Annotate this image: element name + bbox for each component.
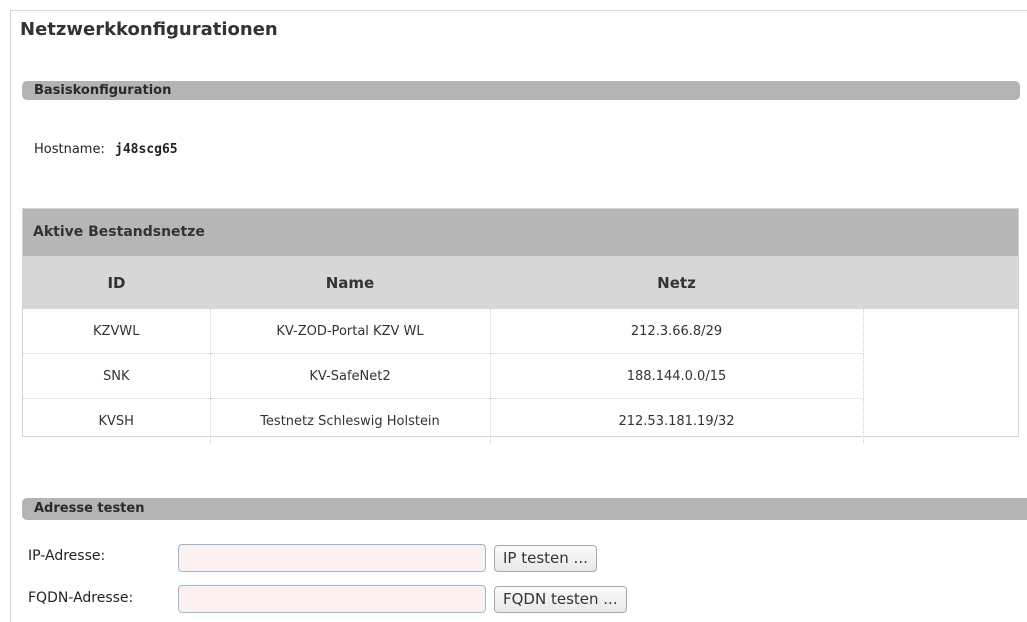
- ip-address-label: IP-Adresse:: [28, 548, 106, 564]
- test-fqdn-button[interactable]: FQDN testen ...: [494, 586, 627, 613]
- cell-netz: 212.53.181.19/32: [490, 398, 864, 443]
- cell-netz: 188.144.0.0/15: [490, 353, 864, 399]
- cell-name: KV-ZOD-Portal KZV WL: [210, 309, 491, 354]
- fqdn-address-input[interactable]: [178, 585, 486, 613]
- section-header-adresse-testen: Adresse testen: [22, 498, 1027, 520]
- fqdn-address-label: FQDN-Adresse:: [28, 590, 134, 606]
- column-header-name: Name: [210, 256, 490, 309]
- section-header-basiskonfiguration: Basiskonfiguration: [22, 81, 1020, 100]
- column-header-netz: Netz: [490, 256, 863, 309]
- active-networks-panel: Aktive Bestandsnetze ID Name Netz KZVWL …: [22, 208, 1019, 443]
- cell-name: Testnetz Schleswig Holstein: [210, 398, 491, 443]
- cell-id: KVSH: [23, 398, 211, 443]
- table-row: KZVWL KV-ZOD-Portal KZV WL 212.3.66.8/29: [23, 309, 1018, 354]
- hostname-row: Hostname: j48scg65: [34, 142, 178, 157]
- test-ip-button[interactable]: IP testen ...: [494, 545, 597, 572]
- column-header-empty: [863, 256, 1018, 309]
- hostname-value: j48scg65: [115, 142, 178, 157]
- networks-table: ID Name Netz KZVWL KV-ZOD-Portal KZV WL …: [23, 256, 1018, 443]
- cell-id: KZVWL: [23, 309, 211, 354]
- cell-name: KV-SafeNet2: [210, 353, 491, 399]
- cell-id: SNK: [23, 353, 211, 399]
- table-header-row: ID Name Netz: [23, 256, 1018, 309]
- hostname-label: Hostname:: [34, 142, 105, 157]
- cell-filler: [863, 309, 1018, 443]
- page-title: Netzwerkkonfigurationen: [20, 19, 278, 40]
- ip-address-input[interactable]: [178, 544, 486, 572]
- column-header-id: ID: [23, 256, 210, 309]
- cell-netz: 212.3.66.8/29: [490, 309, 864, 354]
- active-networks-header: Aktive Bestandsnetze: [23, 209, 1018, 256]
